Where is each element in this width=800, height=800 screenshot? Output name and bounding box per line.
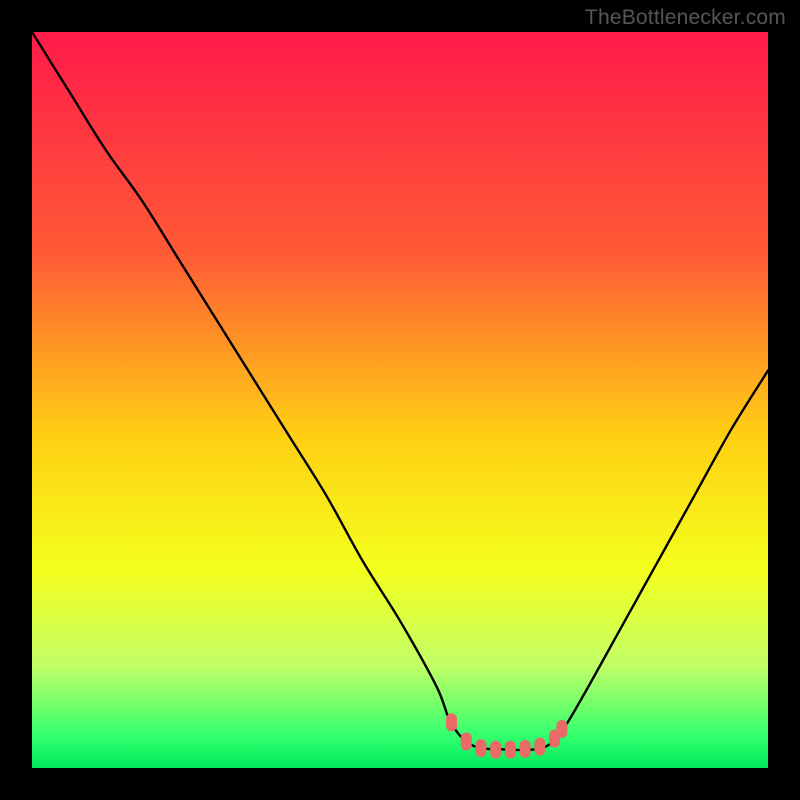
marker-dot bbox=[520, 740, 531, 758]
marker-dot bbox=[446, 713, 457, 731]
chart-svg bbox=[32, 32, 768, 768]
marker-dot bbox=[534, 738, 545, 756]
marker-dot bbox=[475, 739, 486, 757]
marker-dot bbox=[505, 741, 516, 759]
chart-plot-area bbox=[32, 32, 768, 768]
marker-dot bbox=[490, 741, 501, 759]
gradient-background bbox=[32, 32, 768, 768]
marker-dot bbox=[556, 720, 567, 738]
attribution-text: TheBottlenecker.com bbox=[585, 6, 786, 30]
marker-dot bbox=[461, 733, 472, 751]
